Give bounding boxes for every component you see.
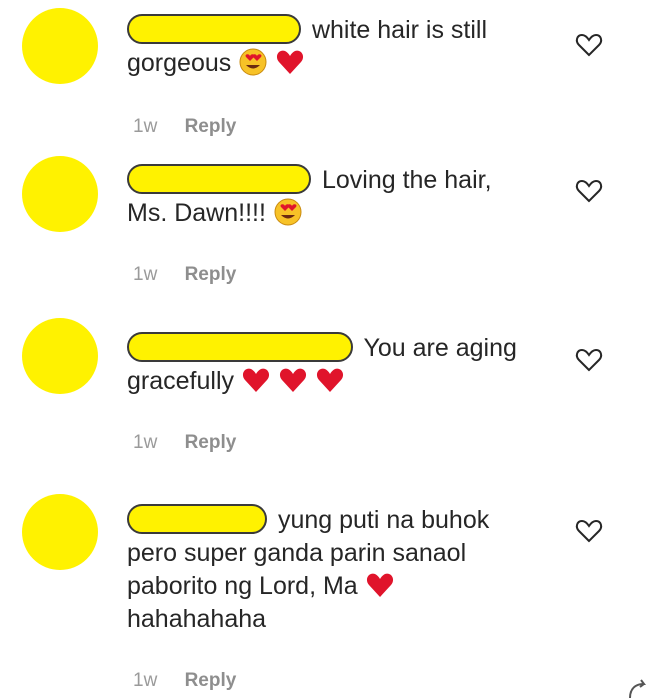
comment-text-continued: gorgeous bbox=[127, 49, 232, 77]
reply-button[interactable]: Reply bbox=[185, 116, 237, 137]
comment-body: yung puti na buhok pero super ganda pari… bbox=[127, 504, 552, 636]
redacted-username[interactable] bbox=[127, 164, 311, 194]
like-heart-icon[interactable] bbox=[574, 176, 604, 204]
comment-text: yung puti na buhok bbox=[277, 506, 490, 534]
avatar[interactable] bbox=[22, 494, 98, 570]
avatar[interactable] bbox=[22, 318, 98, 394]
like-heart-icon[interactable] bbox=[574, 30, 604, 58]
heart-eyes-emoji bbox=[239, 48, 267, 76]
comment-body: You are aging gracefully bbox=[127, 332, 552, 398]
red-heart-emoji bbox=[366, 573, 393, 597]
avatar[interactable] bbox=[22, 156, 98, 232]
comment-text: white hair is still bbox=[311, 16, 488, 44]
timestamp: 1w bbox=[133, 264, 158, 285]
timestamp: 1w bbox=[133, 116, 158, 137]
comment-text: You are aging bbox=[363, 334, 517, 362]
comment-text-continued: gracefully bbox=[127, 367, 234, 395]
redacted-username[interactable] bbox=[127, 504, 267, 534]
comment-body: white hair is still gorgeous bbox=[127, 14, 552, 80]
avatar[interactable] bbox=[22, 8, 98, 84]
comment-meta: 1w Reply bbox=[133, 670, 236, 692]
timestamp: 1w bbox=[133, 432, 158, 453]
comment-meta: 1w Reply bbox=[133, 264, 236, 286]
comment-text-continued: pero super ganda parin sanaol paborito n… bbox=[127, 539, 467, 600]
red-heart-emoji bbox=[277, 50, 304, 74]
comment-body: Loving the hair, Ms. Dawn!!!! bbox=[127, 164, 552, 230]
red-heart-emoji bbox=[316, 368, 343, 392]
reply-button[interactable]: Reply bbox=[185, 432, 237, 453]
timestamp: 1w bbox=[133, 670, 158, 691]
redacted-username[interactable] bbox=[127, 14, 301, 44]
comment-meta: 1w Reply bbox=[133, 116, 236, 138]
like-heart-icon[interactable] bbox=[574, 345, 604, 373]
heart-eyes-emoji bbox=[274, 198, 302, 226]
reply-button[interactable]: Reply bbox=[185, 670, 237, 691]
like-heart-icon[interactable] bbox=[574, 516, 604, 544]
curved-arrow-icon[interactable] bbox=[626, 676, 647, 698]
red-heart-emoji bbox=[279, 368, 306, 392]
comment-meta: 1w Reply bbox=[133, 432, 236, 454]
comment-text-tail: hahahahaha bbox=[127, 605, 267, 633]
reply-button[interactable]: Reply bbox=[185, 264, 237, 285]
redacted-username[interactable] bbox=[127, 332, 353, 362]
comment-text: Loving the hair, bbox=[321, 166, 492, 194]
red-heart-emoji bbox=[242, 368, 269, 392]
comment-text-continued: Ms. Dawn!!!! bbox=[127, 199, 266, 227]
